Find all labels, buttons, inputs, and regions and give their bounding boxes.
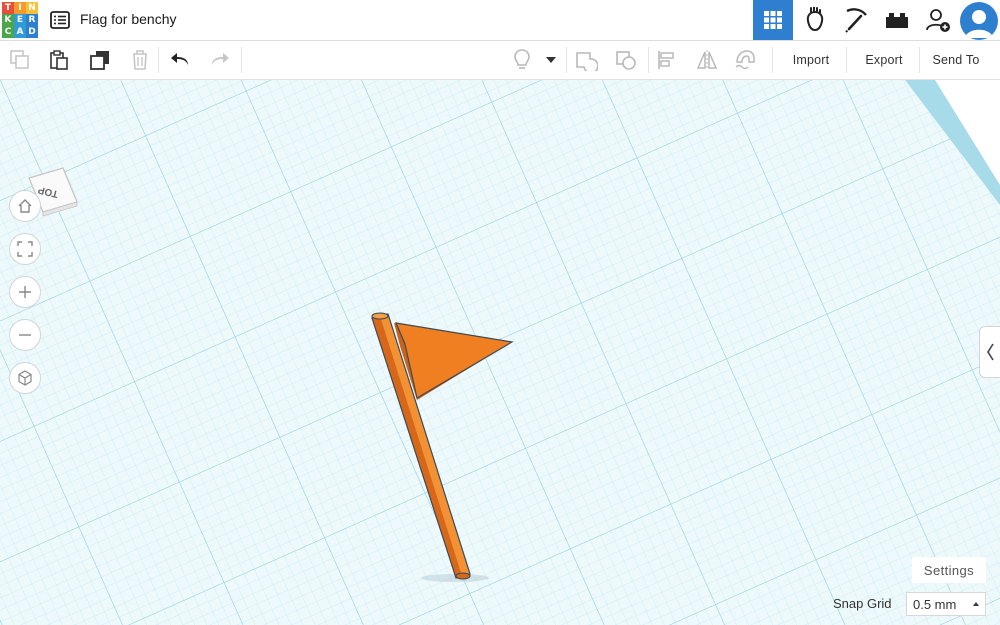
3d-design-button[interactable] [753,0,793,40]
bricks-button[interactable] [877,0,917,40]
snap-grid-label: Snap Grid [833,596,892,611]
light-dropdown[interactable] [540,46,562,74]
perspective-button[interactable] [9,362,41,394]
magnet-icon [735,50,755,70]
add-user-icon [926,9,950,32]
mirror-icon [696,50,718,70]
logo-letter: D [26,26,38,38]
cube-icon [18,370,32,386]
toolbar-divider [158,47,159,73]
undo-icon [171,53,188,65]
design-list-button[interactable] [48,8,72,32]
import-button[interactable]: Import [778,41,844,79]
redo-button[interactable] [206,46,234,74]
toolbar-divider [241,47,242,73]
caret-down-icon [546,57,556,63]
toolbar-divider [566,47,567,73]
pickaxe-icon [845,8,867,33]
invite-user-button[interactable] [918,0,958,40]
grid-icon [764,11,782,29]
chevron-left-icon [987,343,994,361]
home-icon [18,199,32,213]
group-button[interactable] [572,46,600,74]
cruise-button[interactable] [731,46,759,74]
logo-letter: I [14,2,26,14]
send-to-button[interactable]: Send To [924,41,988,79]
toolbar-divider [846,47,847,73]
ungroup-icon [616,51,636,70]
minus-icon [19,334,31,336]
logo-letter: E [14,14,26,26]
logo-letter: R [26,14,38,26]
align-button[interactable] [653,46,681,74]
duplicate-icon [90,51,109,70]
delete-button[interactable] [126,46,154,74]
lightbulb-icon [514,49,530,69]
redo-icon [212,53,229,65]
light-button[interactable] [508,46,536,74]
align-icon [658,51,674,69]
fit-icon [17,241,33,257]
circuits-button[interactable] [795,0,835,40]
tinkercad-logo[interactable]: T I N K E R C A D [2,2,38,38]
edit-toolbar: Import Export Send To [0,41,1000,80]
logo-letter: K [2,14,14,26]
export-button[interactable]: Export [852,41,916,79]
zoom-out-button[interactable] [9,319,41,351]
flag-shape[interactable] [0,80,1000,625]
design-title[interactable]: Flag for benchy [80,11,177,27]
logo-letter: C [2,26,14,38]
user-avatar[interactable] [960,2,998,40]
logo-letter: N [26,2,38,14]
toolbar-divider [772,47,773,73]
home-view-button[interactable] [9,190,41,222]
toolbar-divider [648,47,649,73]
codeblocks-button[interactable] [836,0,876,40]
mirror-button[interactable] [693,46,721,74]
settings-button[interactable]: Settings [912,557,986,583]
shapes-panel-toggle[interactable] [979,326,1000,378]
trash-icon [133,50,147,70]
plus-icon [19,286,31,298]
ungroup-button[interactable] [612,46,640,74]
logo-letter: A [14,26,26,38]
circuit-hand-icon [806,7,824,32]
snap-grid-value: 0.5 mm [913,596,957,612]
undo-button[interactable] [166,46,194,74]
user-icon [965,10,993,38]
paste-button[interactable] [45,46,73,74]
copy-button[interactable] [6,46,34,74]
snap-grid-select[interactable]: 0.5 mm [906,592,986,616]
fit-view-button[interactable] [9,233,41,265]
group-icon [576,52,598,71]
zoom-in-button[interactable] [9,276,41,308]
toolbar-divider [919,47,920,73]
app-header: T I N K E R C A D Flag for benchy [0,0,1000,41]
duplicate-button[interactable] [86,46,114,74]
list-icon [50,11,70,29]
clipboard-icon [50,50,68,70]
logo-letter: T [2,2,14,14]
workplane[interactable]: TOP [0,80,1000,625]
copy-icon [10,50,29,69]
brick-icon [886,13,908,28]
caret-up-icon [973,602,979,606]
